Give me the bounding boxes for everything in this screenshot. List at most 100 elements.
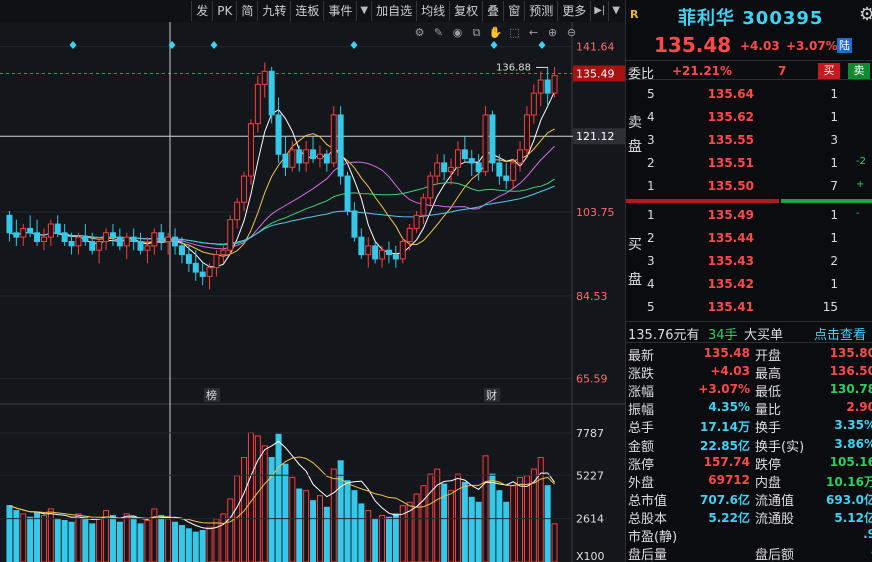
toolbar-item-forecast[interactable]: 预测 bbox=[524, 1, 557, 21]
volume-bar bbox=[172, 521, 179, 562]
hand-icon[interactable]: ✋ bbox=[488, 25, 503, 40]
ask-level[interactable]: 2 135.51 1 -2 bbox=[626, 152, 872, 175]
ask-qty: 1 bbox=[830, 156, 838, 170]
volume-bar bbox=[517, 476, 524, 562]
zoom-range-icon[interactable]: ⬚ bbox=[507, 25, 522, 40]
copy-icon[interactable]: ⧉ bbox=[469, 25, 484, 40]
candle-body bbox=[178, 245, 185, 256]
toolbar-item-adjust[interactable]: 复权 bbox=[449, 1, 482, 21]
stat-value: 157.74 bbox=[703, 454, 750, 469]
candle-body bbox=[420, 197, 427, 216]
ask-level[interactable]: 1 135.50 7 + bbox=[626, 175, 872, 198]
stat-row: 振幅 4.35% 量比 2.90 bbox=[626, 399, 872, 419]
more-dropdown-icon[interactable]: ▼ bbox=[608, 1, 623, 21]
stat-value: 3.86% bbox=[834, 436, 872, 451]
expand-panel-icon[interactable]: ▶| bbox=[590, 1, 608, 21]
toolbar-item-lianban[interactable]: 连板 bbox=[290, 1, 323, 21]
stat-value: 3.35% bbox=[834, 418, 872, 433]
signal-diamond-icon bbox=[69, 41, 77, 49]
candle-body bbox=[254, 83, 261, 125]
buy-button[interactable]: 买 bbox=[818, 63, 840, 79]
candle-body bbox=[399, 241, 406, 260]
price-axis-label: 141.64 bbox=[576, 41, 615, 54]
ask-level-num: 3 bbox=[647, 133, 655, 147]
draw-icon[interactable]: ✎ bbox=[431, 25, 446, 40]
stat-label: 内盘 bbox=[755, 475, 782, 491]
candle-body bbox=[461, 149, 468, 160]
toolbar-item-add-watchlist[interactable]: 加自选 bbox=[371, 1, 416, 21]
volume-bar bbox=[385, 516, 392, 562]
volume-bar bbox=[109, 515, 116, 562]
bid-level[interactable]: 5 135.41 15 bbox=[626, 296, 872, 319]
kline-chart-panel[interactable]: 发 PK 简 九转 连板 事件 ▼ 加自选 均线 复权 叠 窗 预测 更多 ▶|… bbox=[0, 0, 625, 562]
candle-body bbox=[13, 232, 20, 238]
toolbar-item-fa[interactable]: 发 bbox=[191, 1, 212, 21]
ask-book: 卖 盘 5 135.64 1 4 135.62 1 3 135.55 3 2 135.51 1-… bbox=[626, 82, 872, 198]
toolbar-item-more[interactable]: 更多 bbox=[557, 1, 590, 21]
stock-name[interactable]: 菲利华 300395 bbox=[678, 4, 823, 30]
stat-label: 涨跌 bbox=[628, 367, 655, 383]
candle-body bbox=[275, 114, 282, 155]
toolbar-item-simple[interactable]: 简 bbox=[236, 1, 257, 21]
stat-label: 换手 bbox=[755, 421, 782, 437]
stat-label: 开盘 bbox=[755, 349, 782, 364]
eye-icon[interactable]: ◉ bbox=[450, 25, 465, 40]
high-price-label: 136.88 bbox=[496, 62, 531, 73]
volume-bar bbox=[261, 445, 268, 562]
stat-label: 总股本 bbox=[628, 511, 668, 527]
candle-body bbox=[227, 219, 234, 251]
stat-label: 金额 bbox=[628, 439, 655, 455]
stat-value: 105.16 bbox=[829, 454, 872, 469]
volume-bar bbox=[116, 521, 123, 562]
view-details-link[interactable]: 点击查看 bbox=[814, 324, 866, 343]
ask-level[interactable]: 5 135.64 1 bbox=[626, 83, 872, 106]
toolbar-item-pk[interactable]: PK bbox=[212, 1, 236, 21]
toolbar-item-overlay[interactable]: 叠 bbox=[482, 1, 503, 21]
bid-level[interactable]: 1 135.49 1 - bbox=[626, 204, 872, 227]
settings-icon[interactable]: ⚙ bbox=[412, 25, 427, 40]
bid-level-num: 1 bbox=[647, 208, 655, 222]
stat-value: 5.22亿 bbox=[708, 510, 750, 525]
stat-row: 总股本 5.22亿 流通股 5.12亿 bbox=[626, 508, 872, 527]
volume-bar bbox=[130, 516, 137, 562]
toolbar-item-events[interactable]: 事件 bbox=[323, 1, 356, 21]
volume-axis-label: 2614 bbox=[576, 513, 604, 526]
back-icon[interactable]: ← bbox=[526, 25, 541, 40]
volume-bar bbox=[123, 513, 130, 562]
sell-button[interactable]: 卖 bbox=[848, 63, 870, 79]
bid-level[interactable]: 4 135.42 1 bbox=[626, 273, 872, 296]
candle-body bbox=[303, 149, 310, 164]
volume-bar bbox=[275, 433, 282, 562]
bid-level[interactable]: 2 135.44 1 bbox=[626, 227, 872, 250]
stat-value: 69712 bbox=[708, 472, 750, 487]
stat-label: 流通股 bbox=[755, 511, 795, 527]
toolbar-item-jiuzhuan[interactable]: 九转 bbox=[257, 1, 290, 21]
bid-level[interactable]: 3 135.43 2 bbox=[626, 250, 872, 273]
zoom-out-icon[interactable]: ⊖ bbox=[564, 25, 579, 40]
chart-tools: ⚙ ✎ ◉ ⧉ ✋ ⬚ ← ⊕ ⊖ bbox=[412, 25, 579, 40]
price-axis-label: 121.12 bbox=[576, 130, 615, 143]
candle-body bbox=[137, 241, 144, 251]
bid-qty: 1 bbox=[830, 231, 838, 245]
candle-body bbox=[47, 223, 54, 238]
volume-bar bbox=[392, 513, 399, 562]
toolbar-item-window[interactable]: 窗 bbox=[503, 1, 524, 21]
gear-icon[interactable]: ⚙ bbox=[859, 4, 872, 25]
stat-row: 最新 135.48 开盘 135.80 bbox=[626, 345, 872, 364]
volume-bar bbox=[6, 505, 13, 562]
ask-level[interactable]: 3 135.55 3 bbox=[626, 129, 872, 152]
stat-row: 涨跌 +4.03 最高 136.50 bbox=[626, 363, 872, 383]
volume-bar bbox=[468, 496, 475, 562]
events-dropdown-icon[interactable]: ▼ bbox=[356, 1, 371, 21]
candle-body bbox=[406, 227, 413, 243]
candle-body bbox=[379, 249, 386, 260]
zoom-in-icon[interactable]: ⊕ bbox=[545, 25, 560, 40]
ask-level-num: 4 bbox=[647, 110, 655, 124]
candle-body bbox=[220, 249, 227, 256]
kline-svg[interactable]: 141.64 135.49 121.12 103.75 84.53 65.59 136.88… bbox=[0, 22, 625, 562]
ask-level[interactable]: 4 135.62 1 bbox=[626, 106, 872, 129]
stat-label: 振幅 bbox=[628, 403, 655, 419]
toolbar-item-ma[interactable]: 均线 bbox=[416, 1, 449, 21]
volume-bar bbox=[551, 523, 558, 562]
volume-bar bbox=[199, 529, 206, 562]
